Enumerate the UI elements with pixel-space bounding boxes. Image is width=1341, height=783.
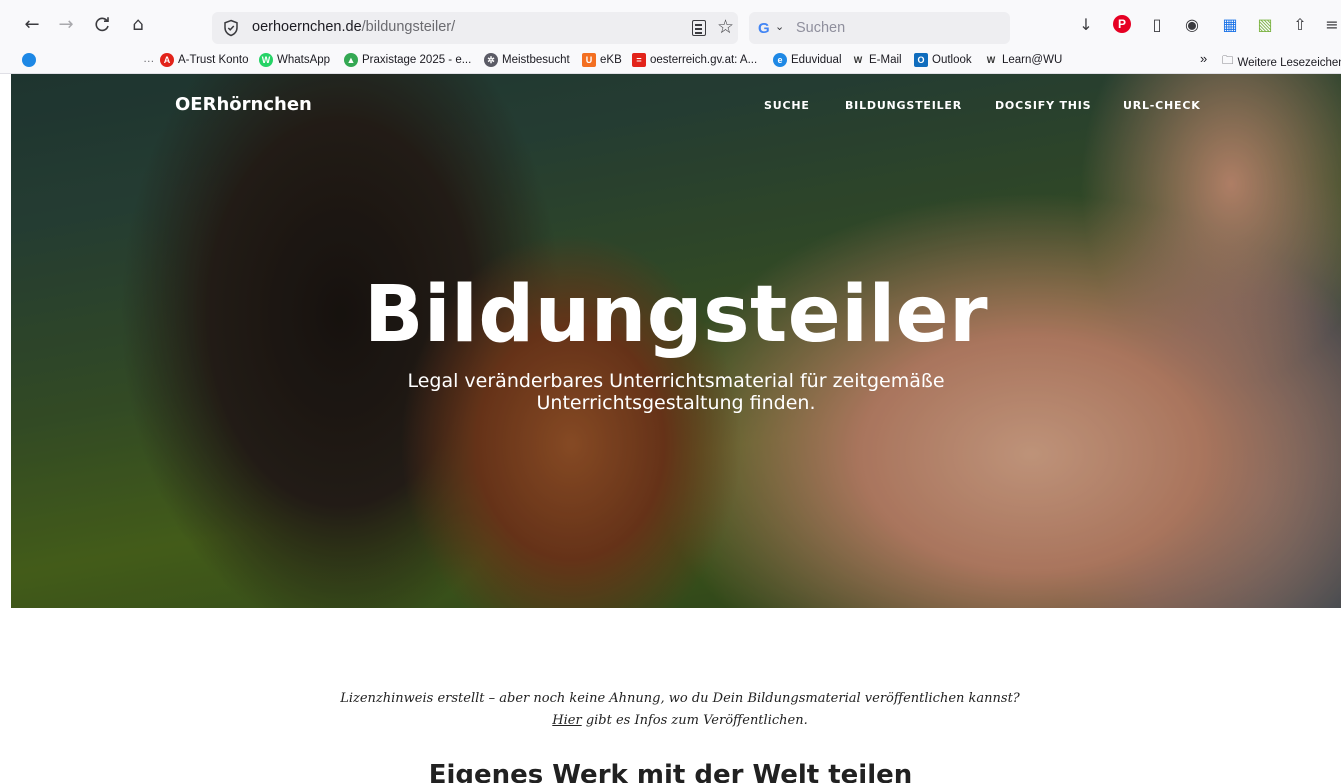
bookmarks-bar: … A A-Trust Konto W WhatsApp ▲ Praxistage 2… <box>0 48 1341 74</box>
other-bookmarks-label: Weitere Lesezeichen <box>1237 56 1341 69</box>
reload-icon[interactable] <box>90 12 114 36</box>
bookmark-label: WhatsApp <box>277 54 331 66</box>
shield-icon[interactable] <box>222 19 240 37</box>
nav-item-url-check[interactable]: URL-CHECK <box>1123 99 1201 112</box>
publishing-notice: Lizenzhinweis erstellt – aber noch keine… <box>340 688 1020 732</box>
bookmark-meistbesucht[interactable]: ✲ Meistbesucht <box>484 53 570 67</box>
sidebar-icon[interactable]: ▯ <box>1147 14 1167 34</box>
publishing-info-link[interactable]: Hier <box>552 713 581 728</box>
search-bar[interactable]: G ⌄ <box>749 12 1010 44</box>
google-icon[interactable]: G <box>758 20 770 37</box>
profile-bookmark[interactable] <box>22 53 40 67</box>
bookmark-a-trust[interactable]: A A-Trust Konto <box>160 53 249 67</box>
oesterreich-icon: = <box>632 53 646 67</box>
eduvidual-icon: e <box>773 53 787 67</box>
share-icon[interactable]: ⇧ <box>1290 14 1310 34</box>
pinterest-glyph: P <box>1113 15 1131 33</box>
back-icon[interactable]: ← <box>20 12 44 36</box>
url-host: oerhoernchen.de <box>252 19 362 35</box>
a-trust-icon: A <box>160 53 174 67</box>
download-icon[interactable]: ↓ <box>1076 14 1096 34</box>
browser-toolbar: ← → ⌂ oerhoernchen.de/bildungsteiler/ ☆ … <box>0 0 1341 48</box>
outlook-icon: O <box>914 53 928 67</box>
chevron-down-icon[interactable]: ⌄ <box>775 20 784 33</box>
bookmark-outlook[interactable]: O Outlook <box>914 53 972 67</box>
nav-item-docsify-this[interactable]: DOCSIFY THIS <box>995 99 1091 112</box>
home-icon[interactable]: ⌂ <box>126 12 150 36</box>
bookmark-star-icon[interactable]: ☆ <box>717 16 734 38</box>
hero-banner: OERhörnchen SUCHE BILDUNGSTEILER DOCSIFY… <box>11 74 1341 608</box>
bookmark-label: E-Mail <box>869 54 902 66</box>
section-heading: Eigenes Werk mit der Welt teilen <box>428 760 913 783</box>
bookmark-label: oesterreich.gv.at: A... <box>650 54 758 66</box>
url-path: /bildungsteiler/ <box>361 19 456 35</box>
nav-item-bildungsteiler[interactable]: BILDUNGSTEILER <box>845 99 962 112</box>
bookmark-label: Learn@WU <box>1002 54 1063 66</box>
bookmark-whatsapp[interactable]: W WhatsApp <box>259 53 330 67</box>
extension-grid-icon[interactable]: ▧ <box>1255 14 1275 34</box>
folder-icon: 🗀 <box>1222 55 1234 67</box>
site-logo[interactable]: OERhörnchen <box>175 94 312 115</box>
bookmark-label: Outlook <box>932 54 972 66</box>
bookmark-label: Meistbesucht <box>502 54 570 66</box>
google-drive-icon: ▲ <box>344 53 358 67</box>
pinterest-icon[interactable]: P <box>1112 14 1132 34</box>
address-bar[interactable]: oerhoernchen.de/bildungsteiler/ ☆ <box>212 12 738 44</box>
gear-icon: ✲ <box>484 53 498 67</box>
wu-icon: W <box>986 55 996 65</box>
bookmark-ekb[interactable]: UeKB <box>582 53 622 67</box>
page-title: Bildungsteiler <box>363 270 989 360</box>
profile-icon <box>22 53 36 67</box>
other-bookmarks[interactable]: 🗀 Weitere Lesezeichen <box>1222 53 1341 72</box>
bookmark-label: Praxistage 2025 - e... <box>362 54 472 66</box>
ellipsis-icon[interactable]: … <box>143 53 155 65</box>
bookmark-label: A-Trust Konto <box>178 54 249 66</box>
whatsapp-icon: W <box>259 53 273 67</box>
nav-item-suche[interactable]: SUCHE <box>764 99 810 112</box>
bookmark-email[interactable]: W E-Mail <box>851 53 902 67</box>
wu-icon: W <box>853 55 863 65</box>
notice-text-before: Lizenzhinweis erstellt – aber noch keine… <box>340 691 1020 706</box>
url-text[interactable]: oerhoernchen.de/bildungsteiler/ <box>252 19 455 35</box>
forward-icon[interactable]: → <box>54 12 78 36</box>
overflow-chevron-icon[interactable]: » <box>1200 51 1207 66</box>
bookmark-praxistage[interactable]: ▲ Praxistage 2025 - e... <box>344 53 471 67</box>
bookmark-learn-wu[interactable]: W Learn@WU <box>984 53 1063 67</box>
bookmark-label: eKB <box>600 54 622 66</box>
hero-subtitle: Legal veränderbares Unterrichtsmaterial … <box>407 370 945 414</box>
bookmark-eduvidual[interactable]: e Eduvidual <box>773 53 842 67</box>
menu-icon[interactable]: ≡ <box>1322 14 1341 34</box>
reader-view-icon[interactable] <box>692 20 706 36</box>
bookmark-oesterreich[interactable]: = oesterreich.gv.at: A... <box>632 53 757 67</box>
search-input[interactable] <box>796 17 1001 39</box>
account-icon[interactable]: ◉ <box>1182 14 1202 34</box>
notice-text-after: gibt es Infos zum Veröffentlichen. <box>581 713 808 728</box>
bookmark-label: Eduvidual <box>791 54 842 66</box>
extension-icon[interactable]: ▦ <box>1220 14 1240 34</box>
ekb-icon: U <box>582 53 596 67</box>
